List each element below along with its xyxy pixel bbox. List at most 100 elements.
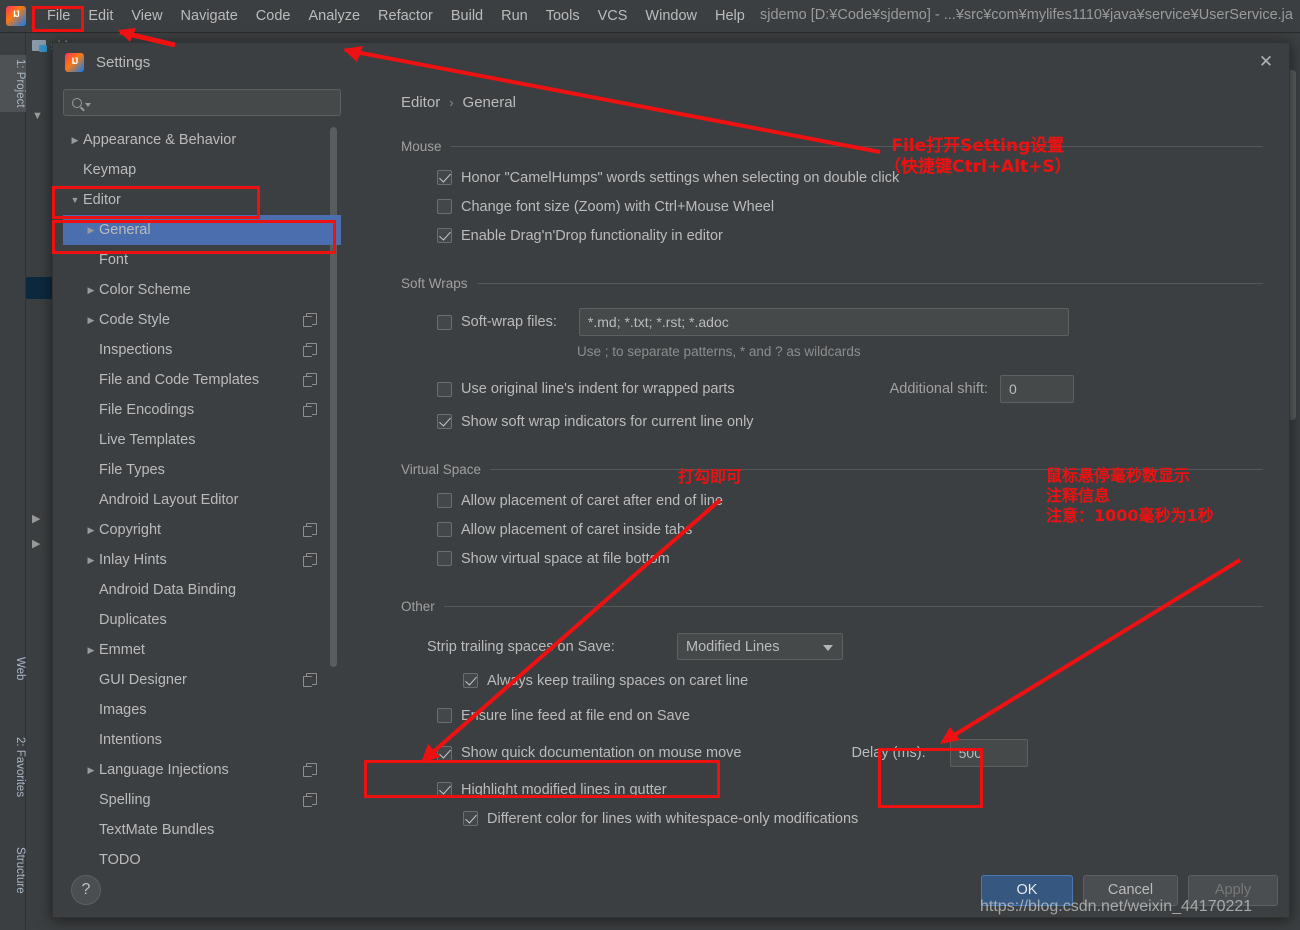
tree-item-label: Color Scheme [99,282,191,298]
additional-shift-input[interactable]: 0 [999,375,1074,403]
chevron-right-icon: ▶ [87,644,95,655]
menu-build[interactable]: Build [442,5,492,27]
tree-item-font[interactable]: Font [63,245,341,275]
tool-window-web[interactable]: Web [0,653,26,684]
menu-analyze[interactable]: Analyze [299,5,369,27]
checkbox[interactable] [437,493,452,508]
close-icon[interactable]: ✕ [1253,51,1279,73]
checkbox[interactable] [437,522,452,537]
search-input[interactable] [63,89,341,116]
tree-expand-icon-1[interactable]: ▶ [32,512,40,525]
window-title: sjdemo [D:¥Code¥sjdemo] - ...¥src¥com¥my… [760,7,1293,23]
option-ensure-line-feed[interactable]: Ensure line feed at file end on Save [437,707,1281,726]
menu-tools[interactable]: Tools [537,5,589,27]
tool-window-favorites[interactable]: 2: Favorites [0,733,26,801]
tree-item-language-injections[interactable]: ▶ Language Injections [63,755,341,785]
option-caret-inside-tabs[interactable]: Allow placement of caret inside tabs [437,521,1281,540]
option-always-keep-trailing-spaces[interactable]: Always keep trailing spaces on caret lin… [463,672,1281,691]
option-honor-camelhumps[interactable]: Honor "CamelHumps" words settings when s… [437,169,1281,188]
checkbox[interactable] [437,708,452,723]
checkbox[interactable] [437,228,452,243]
option-enable-dragndrop[interactable]: Enable Drag'n'Drop functionality in edit… [437,227,1281,246]
tree-item-gui-designer[interactable]: GUI Designer [63,665,341,695]
option-caret-after-end-of-line[interactable]: Allow placement of caret after end of li… [437,492,1281,511]
tree-item-file-and-code-templates[interactable]: File and Code Templates [63,365,341,395]
tree-item-inspections[interactable]: Inspections [63,335,341,365]
menu-help[interactable]: Help [706,5,754,27]
tree-item-android-data-binding[interactable]: Android Data Binding [63,575,341,605]
tool-window-structure[interactable]: Structure [0,843,26,898]
tree-item-general[interactable]: ▶ General [63,215,341,245]
tree-expand-icon-2[interactable]: ▶ [32,537,40,550]
menu-view[interactable]: View [122,5,171,27]
help-button[interactable]: ? [71,875,101,905]
checkbox[interactable] [437,746,452,761]
tree-item-android-layout-editor[interactable]: Android Layout Editor [63,485,341,515]
tree-item-live-templates[interactable]: Live Templates [63,425,341,455]
checkbox[interactable] [463,811,478,826]
tree-item-emmet[interactable]: ▶ Emmet [63,635,341,665]
copy-settings-icon[interactable] [303,553,317,567]
option-virtual-space-file-bottom[interactable]: Show virtual space at file bottom [437,550,1281,569]
option-change-font-size-zoom[interactable]: Change font size (Zoom) with Ctrl+Mouse … [437,198,1281,217]
tree-item-label: Images [99,702,147,718]
copy-settings-icon[interactable] [303,373,317,387]
settings-navigation-pane: ▶ Appearance & Behavior Keymap ▼ Editor … [63,89,341,867]
tree-item-todo[interactable]: TODO [63,845,341,867]
tree-item-file-types[interactable]: File Types [63,455,341,485]
section-divider [490,468,1263,470]
tree-item-file-encodings[interactable]: File Encodings [63,395,341,425]
menu-file[interactable]: File [38,5,79,27]
strip-trailing-row: Strip trailing spaces on Save: Modified … [427,633,1281,660]
menu-window[interactable]: Window [636,5,706,27]
tree-item-editor[interactable]: ▼ Editor [63,185,341,215]
copy-settings-icon[interactable] [303,673,317,687]
tool-window-project[interactable]: 1: Project [0,55,26,112]
copy-settings-icon[interactable] [303,523,317,537]
option-label: Different color for lines with whitespac… [487,811,859,827]
tree-item-code-style[interactable]: ▶ Code Style [63,305,341,335]
copy-settings-icon[interactable] [303,793,317,807]
checkbox[interactable] [437,315,452,330]
ok-button[interactable]: OK [981,875,1073,906]
ide-menu-bar: File Edit View Navigate Code Analyze Ref… [0,0,1300,33]
checkbox[interactable] [437,170,452,185]
checkbox[interactable] [437,782,452,797]
tree-item-inlay-hints[interactable]: ▶ Inlay Hints [63,545,341,575]
copy-settings-icon[interactable] [303,343,317,357]
checkbox[interactable] [437,382,452,397]
tree-item-intentions[interactable]: Intentions [63,725,341,755]
copy-settings-icon[interactable] [303,313,317,327]
copy-settings-icon[interactable] [303,763,317,777]
tree-item-appearance-behavior[interactable]: ▶ Appearance & Behavior [63,125,341,155]
checkbox[interactable] [437,414,452,429]
cancel-button[interactable]: Cancel [1083,875,1178,906]
collapse-all-icon[interactable]: ▼ [32,110,43,122]
tree-item-label: Appearance & Behavior [83,132,237,148]
tree-item-color-scheme[interactable]: ▶ Color Scheme [63,275,341,305]
tree-item-spelling[interactable]: Spelling [63,785,341,815]
menu-navigate[interactable]: Navigate [172,5,247,27]
copy-settings-icon[interactable] [303,403,317,417]
delay-input[interactable]: 500 [949,739,1028,767]
tree-item-copyright[interactable]: ▶ Copyright [63,515,341,545]
strip-trailing-select[interactable]: Modified Lines [677,633,843,660]
tree-item-textmate-bundles[interactable]: TextMate Bundles [63,815,341,845]
tree-item-images[interactable]: Images [63,695,341,725]
tree-item-label: Android Layout Editor [99,492,239,508]
soft-wrap-files-input[interactable]: *.md; *.txt; *.rst; *.adoc [578,308,1069,336]
option-show-soft-wrap-indicators[interactable]: Show soft wrap indicators for current li… [437,413,1281,432]
option-highlight-modified-lines[interactable]: Highlight modified lines in gutter [437,781,1281,800]
checkbox[interactable] [437,199,452,214]
tree-item-duplicates[interactable]: Duplicates [63,605,341,635]
menu-edit[interactable]: Edit [79,5,122,27]
checkbox[interactable] [437,551,452,566]
menu-run[interactable]: Run [492,5,537,27]
option-different-color-whitespace[interactable]: Different color for lines with whitespac… [463,810,1281,829]
menu-refactor[interactable]: Refactor [369,5,442,27]
menu-vcs[interactable]: VCS [589,5,637,27]
checkbox[interactable] [463,673,478,688]
breadcrumb-root[interactable]: Editor [401,94,440,111]
menu-code[interactable]: Code [247,5,300,27]
tree-item-keymap[interactable]: Keymap [63,155,341,185]
